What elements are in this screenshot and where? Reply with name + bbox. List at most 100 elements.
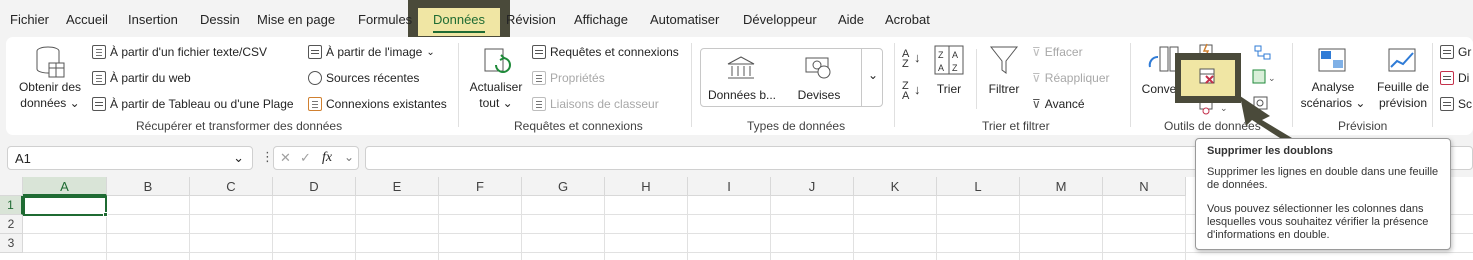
column-header-a[interactable]: A bbox=[23, 177, 107, 196]
grid-column-line bbox=[604, 196, 605, 260]
filter-button[interactable]: Filtrer bbox=[982, 43, 1026, 103]
row-header-3[interactable]: 3 bbox=[0, 234, 23, 253]
group-separator bbox=[458, 43, 459, 127]
group-button[interactable]: Gr bbox=[1440, 45, 1471, 59]
recent-sources-button[interactable]: Sources récentes bbox=[308, 71, 419, 85]
group-separator bbox=[1130, 43, 1131, 127]
get-data-button[interactable]: Obtenir des données ⌄ bbox=[16, 43, 84, 113]
group-separator bbox=[691, 43, 692, 127]
recent-sources-label: Sources récentes bbox=[326, 71, 420, 85]
cancel-icon[interactable]: ✕ bbox=[280, 150, 291, 166]
tab-dessin[interactable]: Dessin bbox=[200, 12, 240, 27]
forecast-sheet-button[interactable]: Feuille de prévision bbox=[1370, 43, 1436, 113]
from-web-button[interactable]: À partir du web bbox=[92, 71, 191, 85]
tab-formules[interactable]: Formules bbox=[358, 12, 412, 27]
table-icon bbox=[92, 97, 106, 111]
tab-automatiser[interactable]: Automatiser bbox=[650, 12, 719, 27]
refresh-icon bbox=[484, 48, 511, 73]
from-web-label: À partir du web bbox=[110, 71, 191, 85]
column-header-c[interactable]: C bbox=[190, 177, 273, 196]
sort-button[interactable]: Z A A Z Trier bbox=[932, 43, 966, 103]
relationships-icon bbox=[1254, 45, 1271, 60]
enter-icon[interactable]: ✓ bbox=[300, 150, 311, 166]
ungroup-label: Di bbox=[1458, 71, 1470, 85]
tab-developpeur[interactable]: Développeur bbox=[743, 12, 817, 27]
column-header-h[interactable]: H bbox=[605, 177, 688, 196]
tab-fichier[interactable]: Fichier bbox=[10, 12, 49, 27]
sort-az-button[interactable]: A Z ↓ bbox=[902, 49, 926, 73]
formula-buttons: ✕ ✓ fx ⌄ bbox=[273, 146, 359, 170]
column-header-n[interactable]: N bbox=[1103, 177, 1186, 196]
row-header-1[interactable]: 1 bbox=[0, 196, 23, 215]
existing-connections-button[interactable]: Connexions existantes bbox=[308, 97, 447, 111]
clear-filter-icon: ⊽ bbox=[1032, 45, 1041, 59]
what-if-label-1: Analyse bbox=[1311, 80, 1355, 94]
pointer-arrow-icon bbox=[1240, 96, 1292, 138]
stocks-button[interactable]: Données b... bbox=[706, 51, 778, 103]
menu-bar: Fichier Accueil Insertion Dessin Mise en… bbox=[0, 0, 1473, 45]
queries-connections-label: Requêtes et connexions bbox=[550, 45, 679, 59]
subtotal-button[interactable]: Sc bbox=[1440, 97, 1472, 111]
tab-mise-en-page[interactable]: Mise en page bbox=[257, 12, 335, 27]
forecast-sheet-label-2: prévision bbox=[1378, 96, 1428, 110]
ungroup-button[interactable]: Di bbox=[1440, 71, 1469, 85]
svg-text:Z: Z bbox=[938, 50, 944, 60]
column-header-f[interactable]: F bbox=[439, 177, 522, 196]
column-header-j[interactable]: J bbox=[771, 177, 854, 196]
queries-connections-button[interactable]: Requêtes et connexions bbox=[532, 45, 679, 59]
tab-affichage[interactable]: Affichage bbox=[574, 12, 628, 27]
from-text-csv-button[interactable]: À partir d'un fichier texte/CSV bbox=[92, 45, 267, 59]
active-cell[interactable] bbox=[23, 196, 107, 216]
column-header-k[interactable]: K bbox=[854, 177, 937, 196]
tab-accueil[interactable]: Accueil bbox=[66, 12, 108, 27]
currencies-button[interactable]: Devises bbox=[788, 51, 850, 103]
from-text-label: À partir d'un fichier texte/CSV bbox=[110, 45, 268, 59]
remove-duplicates-button[interactable] bbox=[1198, 67, 1218, 87]
links-icon bbox=[532, 97, 546, 111]
column-header-i[interactable]: I bbox=[688, 177, 771, 196]
chevron-down-icon: ⌄ bbox=[69, 96, 80, 110]
workbook-links-button[interactable]: Liaisons de classeur bbox=[532, 97, 659, 111]
tab-donnees[interactable]: Données bbox=[433, 12, 485, 27]
refresh-all-button[interactable]: Actualiser tout ⌄ bbox=[466, 43, 526, 113]
row-header-2[interactable]: 2 bbox=[0, 215, 23, 234]
reapply-button[interactable]: ⊽ Réappliquer bbox=[1032, 71, 1110, 85]
sort-za-button[interactable]: Z A ↓ bbox=[902, 81, 926, 105]
clear-label: Effacer bbox=[1044, 45, 1083, 59]
column-header-d[interactable]: D bbox=[273, 177, 356, 196]
column-header-g[interactable]: G bbox=[522, 177, 605, 196]
relationships-button[interactable] bbox=[1254, 45, 1272, 61]
grid-column-line bbox=[1102, 196, 1103, 260]
fill-handle[interactable] bbox=[103, 212, 108, 217]
name-box[interactable]: A1 ⌄ bbox=[7, 146, 253, 170]
from-image-button[interactable]: À partir de l'image ⌄ bbox=[308, 45, 435, 59]
column-header-l[interactable]: L bbox=[937, 177, 1020, 196]
clear-filter-button[interactable]: ⊽ Effacer bbox=[1032, 45, 1083, 59]
what-if-label-2: scénarios ⌄ bbox=[1300, 96, 1366, 110]
advanced-filter-button[interactable]: ⊽ Avancé bbox=[1032, 97, 1085, 111]
chevron-down-icon: ⌄ bbox=[233, 150, 244, 165]
data-types-more-button[interactable]: ⌄ bbox=[861, 48, 883, 107]
name-box-value: A1 bbox=[15, 151, 31, 166]
what-if-analysis-button[interactable]: Analyse scénarios ⌄ bbox=[1300, 43, 1366, 113]
column-header-m[interactable]: M bbox=[1020, 177, 1103, 196]
tab-insertion[interactable]: Insertion bbox=[128, 12, 178, 27]
chevron-down-icon: ⌄ bbox=[426, 46, 435, 58]
from-table-button[interactable]: À partir de Tableau ou d'une Plage bbox=[92, 97, 294, 111]
select-all-corner[interactable] bbox=[0, 177, 23, 196]
existing-connections-label: Connexions existantes bbox=[326, 97, 447, 111]
tab-aide[interactable]: Aide bbox=[838, 12, 864, 27]
column-header-e[interactable]: E bbox=[356, 177, 439, 196]
subtotal-icon bbox=[1440, 97, 1454, 111]
stocks-label: Données b... bbox=[707, 88, 777, 102]
connections-icon bbox=[308, 97, 322, 111]
insert-function-button[interactable]: fx bbox=[322, 150, 332, 166]
group-separator bbox=[976, 49, 977, 109]
grid-column-line bbox=[272, 196, 273, 260]
column-header-b[interactable]: B bbox=[107, 177, 190, 196]
tooltip-details: Vous pouvez sélectionner les colonnes da… bbox=[1207, 203, 1429, 241]
consolidate-button[interactable]: ⌄ bbox=[1252, 69, 1278, 85]
properties-button[interactable]: Propriétés bbox=[532, 71, 605, 85]
tab-acrobat[interactable]: Acrobat bbox=[885, 12, 930, 27]
tab-revision[interactable]: Révision bbox=[506, 12, 556, 27]
